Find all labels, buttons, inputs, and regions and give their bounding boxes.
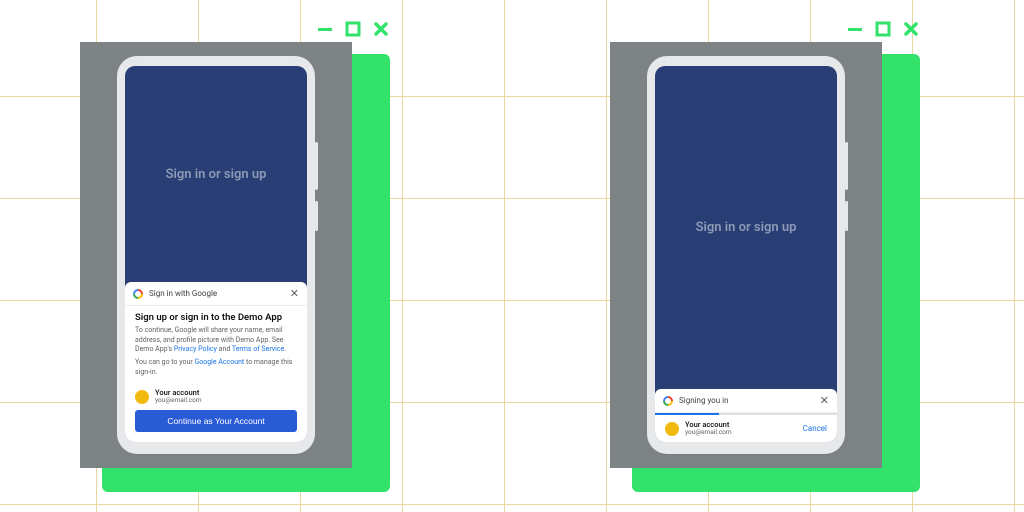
google-account-link[interactable]: Google Account — [194, 358, 244, 366]
account-text: Your account you@email.com — [155, 389, 202, 404]
sheet-close-button[interactable]: ✕ — [820, 395, 829, 406]
window-controls — [316, 20, 390, 38]
phone-screen: Sign in or sign up Signing you in ✕ — [655, 66, 837, 442]
progress-bar — [655, 413, 837, 415]
minimize-icon[interactable] — [846, 20, 864, 38]
google-logo-icon — [133, 289, 143, 299]
account-email: you@email.com — [155, 397, 202, 404]
close-icon[interactable] — [372, 20, 390, 38]
sheet-header: Signing you in ✕ — [655, 389, 837, 413]
hero-text: Sign in or sign up — [696, 220, 797, 235]
sheet-header: Sign in with Google ✕ — [125, 282, 307, 306]
sheet-header-title: Signing you in — [679, 396, 820, 405]
minimize-icon[interactable] — [316, 20, 334, 38]
maximize-icon[interactable] — [874, 20, 892, 38]
privacy-policy-link[interactable]: Privacy Policy — [174, 345, 217, 353]
account-row: Your account you@email.com Cancel — [655, 415, 837, 442]
example-right: Sign in or sign up Signing you in ✕ — [610, 20, 920, 492]
sheet-close-button[interactable]: ✕ — [290, 288, 299, 299]
account-row[interactable]: Your account you@email.com — [125, 385, 307, 410]
sheet-description-2: You can go to your Google Account to man… — [135, 358, 297, 377]
avatar — [135, 390, 149, 404]
maximize-icon[interactable] — [344, 20, 362, 38]
phone-frame: Sign in or sign up Sign in with Google ✕… — [117, 56, 315, 454]
phone-frame: Sign in or sign up Signing you in ✕ — [647, 56, 845, 454]
desc-and: and — [217, 345, 232, 353]
terms-of-service-link[interactable]: Terms of Service — [232, 345, 284, 353]
google-logo-icon — [663, 396, 673, 406]
desc-post: . — [284, 345, 286, 353]
avatar — [665, 422, 679, 436]
app-hero: Sign in or sign up — [655, 66, 837, 389]
auth-bottom-sheet: Signing you in ✕ Your account you@email.… — [655, 389, 837, 442]
hero-text: Sign in or sign up — [166, 167, 267, 182]
sheet-description: To continue, Google will share your name… — [135, 326, 297, 354]
cancel-button[interactable]: Cancel — [803, 424, 827, 433]
device-backdrop: Sign in or sign up Signing you in ✕ — [610, 42, 882, 468]
continue-button[interactable]: Continue as Your Account — [135, 410, 297, 432]
progress-fill — [655, 413, 719, 415]
sheet-header-title: Sign in with Google — [149, 289, 290, 298]
account-email: you@email.com — [685, 429, 732, 436]
app-hero: Sign in or sign up — [125, 66, 307, 282]
phone-screen: Sign in or sign up Sign in with Google ✕… — [125, 66, 307, 442]
account-text: Your account you@email.com — [685, 421, 732, 436]
example-left: Sign in or sign up Sign in with Google ✕… — [80, 20, 390, 492]
sheet-body: Sign up or sign in to the Demo App To co… — [125, 306, 307, 385]
cta-wrap: Continue as Your Account — [125, 410, 307, 442]
device-backdrop: Sign in or sign up Sign in with Google ✕… — [80, 42, 352, 468]
sheet-title: Sign up or sign in to the Demo App — [135, 312, 297, 323]
window-controls — [846, 20, 920, 38]
auth-bottom-sheet: Sign in with Google ✕ Sign up or sign in… — [125, 282, 307, 442]
close-icon[interactable] — [902, 20, 920, 38]
desc2-pre: You can go to your — [135, 358, 194, 366]
